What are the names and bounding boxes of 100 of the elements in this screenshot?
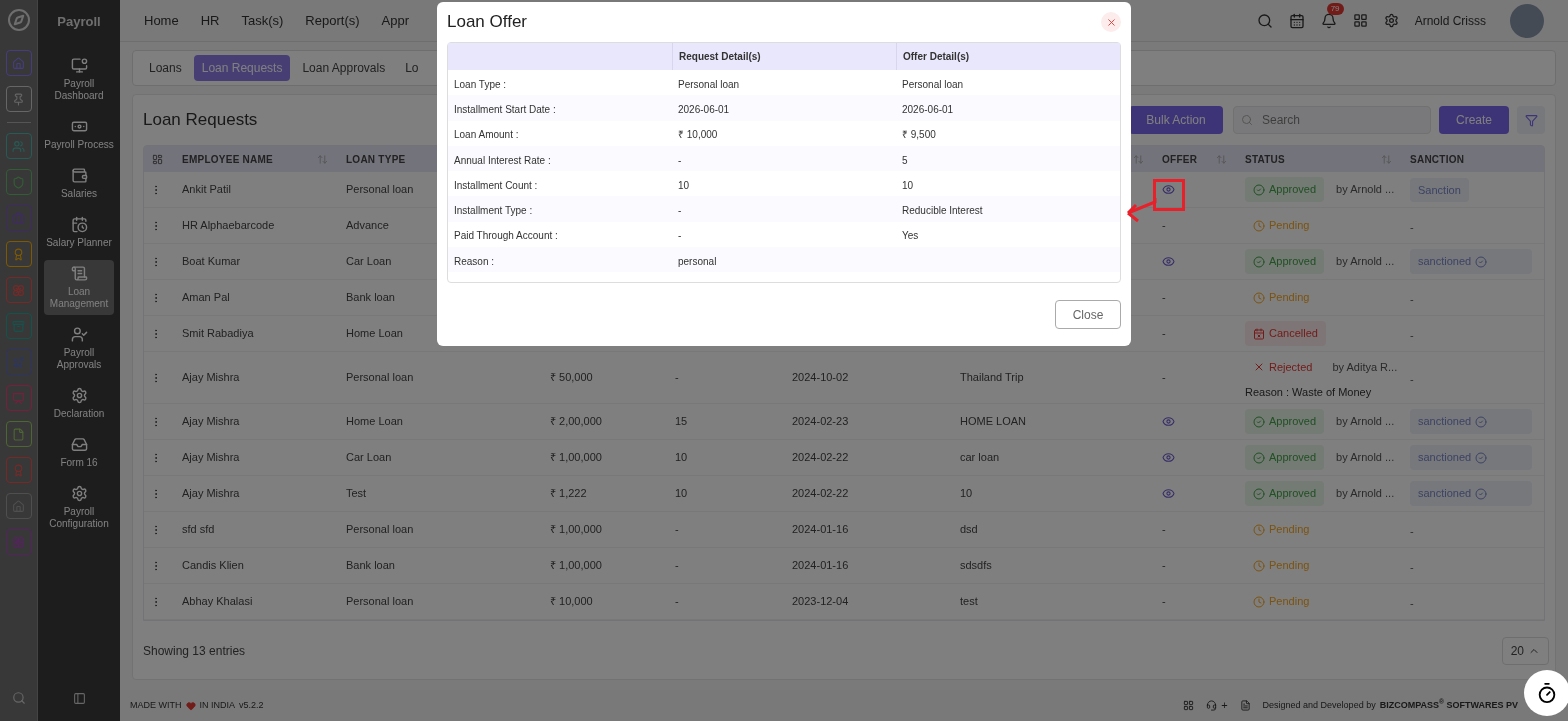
approver-text: by Arnold ...	[1336, 486, 1395, 502]
table-cell-text: 2023-12-04	[792, 594, 849, 610]
table-cell-text: 2024-10-02	[792, 370, 849, 386]
nav-item[interactable]: Form 16	[44, 430, 114, 474]
table-cell-text: 2024-02-22	[792, 450, 849, 466]
top-nav-link[interactable]: Home	[144, 10, 179, 31]
table-cell-text: Personal loan	[346, 522, 414, 538]
table-cell-text: Ajay Mishra	[182, 414, 240, 430]
table-cell: Loan Amount :	[454, 129, 519, 141]
page-size-select[interactable]: 20	[1501, 637, 1549, 665]
top-nav-link[interactable]: HR	[200, 10, 220, 31]
table-cell-text: -	[675, 594, 679, 610]
table-cell-text: test	[960, 594, 978, 610]
status-label: Pending	[1245, 213, 1318, 238]
table-cell-text: Aman Pal	[182, 290, 230, 306]
status-badge: Cancelled	[1245, 321, 1326, 346]
table-cell-text: Ajay Mishra	[182, 486, 240, 502]
close-button[interactable]: Close	[1055, 300, 1121, 330]
sanctioned-label: sanctioned	[1410, 249, 1532, 274]
table-cell-text: Ajay Mishra	[182, 370, 240, 386]
nav-item[interactable]: Salaries	[44, 161, 114, 205]
nav-item[interactable]: Declaration	[44, 381, 114, 425]
sanction-button[interactable]: Sanction	[1410, 177, 1469, 203]
table-cell-text: -	[1162, 370, 1166, 386]
user-name[interactable]: Arnold Crisss	[1414, 11, 1486, 30]
table-cell-text: ₹ 1,00,000	[550, 450, 602, 466]
table-cell: 10	[902, 179, 914, 191]
table-cell: ₹ 9,500	[902, 129, 936, 141]
table-cell-text: Thailand Trip	[960, 370, 1024, 386]
table-cell: Paid Through Account :	[454, 230, 558, 242]
table-cell-text: -	[675, 558, 679, 574]
table-cell-text: Personal loan	[346, 182, 414, 198]
table-cell: Annual Interest Rate :	[454, 154, 551, 166]
search-field[interactable]: Search	[1233, 106, 1431, 134]
table-cell: -	[678, 154, 682, 166]
nav-item[interactable]: Payroll Dashboard	[44, 51, 114, 107]
table-cell-text: ₹ 2,00,000	[550, 414, 602, 430]
table-cell: Yes	[902, 230, 919, 242]
table-cell-text: 2024-02-22	[792, 486, 849, 502]
table-cell-text: Bank loan	[346, 290, 395, 306]
tab[interactable]: Loan Approvals	[294, 55, 394, 81]
app-title: Payroll	[57, 13, 101, 31]
table-cell-text: Car Loan	[346, 450, 392, 466]
nav-item[interactable]: Payroll Process	[44, 112, 114, 156]
table-cell-text: Abhay Khalasi	[182, 594, 253, 610]
table-cell-text: -	[1162, 290, 1166, 306]
column-header: OFFER	[1162, 152, 1198, 167]
table-cell-text: -	[1162, 326, 1166, 342]
table-cell-text: sdsdfs	[960, 558, 992, 574]
approver-text: by Aditya R...	[1332, 360, 1398, 375]
table-cell-text: 2024-01-16	[792, 558, 849, 574]
table-cell: Installment Type :	[454, 205, 533, 217]
table-cell-text: Personal loan	[346, 370, 414, 386]
table-cell-text: Boat Kumar	[182, 254, 241, 270]
approver-text: by Arnold ...	[1336, 414, 1395, 430]
table-cell-text: Home Loan	[346, 414, 403, 430]
table-cell: 5	[902, 154, 908, 166]
table-cell: Installment Start Date :	[454, 103, 556, 115]
footer-text: IN INDIA	[199, 698, 235, 712]
add-text[interactable]: +	[1221, 697, 1228, 714]
status-badge: Approved	[1245, 177, 1325, 202]
tab[interactable]: Loan Requests	[193, 55, 291, 81]
bulk-action-button[interactable]: Bulk Action	[1129, 106, 1223, 134]
top-nav-link[interactable]: Report(s)	[305, 10, 360, 31]
tab[interactable]: Lo	[397, 55, 427, 81]
sanctioned-label: sanctioned	[1410, 409, 1532, 434]
table-cell: -	[1410, 596, 1414, 609]
table-cell: -	[1410, 220, 1414, 233]
table-cell: ₹ 10,000	[678, 129, 718, 141]
status-label: Pending	[1245, 517, 1318, 542]
status-label: Pending	[1245, 553, 1318, 578]
table-cell-text: -	[1162, 594, 1166, 610]
table-cell-text: 2024-02-23	[792, 414, 849, 430]
table-cell: Installment Count :	[454, 179, 538, 191]
status-badge: Approved	[1245, 445, 1325, 470]
top-nav-link[interactable]: Appr	[381, 10, 409, 31]
nav-item[interactable]: Payroll Approvals	[44, 320, 114, 376]
dialog-title: Loan Offer	[447, 11, 528, 34]
status-label: Pending	[1245, 285, 1318, 310]
notification-badge: 79	[1326, 2, 1344, 15]
nav-item[interactable]: Salary Planner	[44, 210, 114, 254]
table-cell: Personal loan	[902, 78, 964, 90]
table-cell-text: HR Alphaebarcode	[182, 218, 275, 234]
table-cell: Loan Type :	[454, 78, 507, 90]
nav-item[interactable]: Payroll Configuration	[44, 479, 114, 535]
table-cell-text: -	[675, 522, 679, 538]
create-button[interactable]: Create	[1439, 106, 1509, 134]
status-badge: Approved	[1245, 249, 1325, 274]
column-header: STATUS	[1245, 152, 1285, 167]
nav-item[interactable]: Loan Management	[44, 259, 114, 315]
table-cell: 10	[678, 179, 690, 191]
table-cell: Reducible Interest	[902, 205, 983, 217]
status-badge: Approved	[1245, 409, 1325, 434]
table-cell: -	[1410, 560, 1414, 573]
column-header: EMPLOYEE NAME	[182, 152, 274, 167]
tab[interactable]: Loans	[141, 55, 190, 81]
table-cell: 2026-06-01	[902, 103, 954, 115]
top-nav-link[interactable]: Task(s)	[241, 10, 284, 31]
column-header: LOAN TYPE	[346, 152, 406, 167]
table-cell-text: ₹ 50,000	[550, 370, 593, 386]
